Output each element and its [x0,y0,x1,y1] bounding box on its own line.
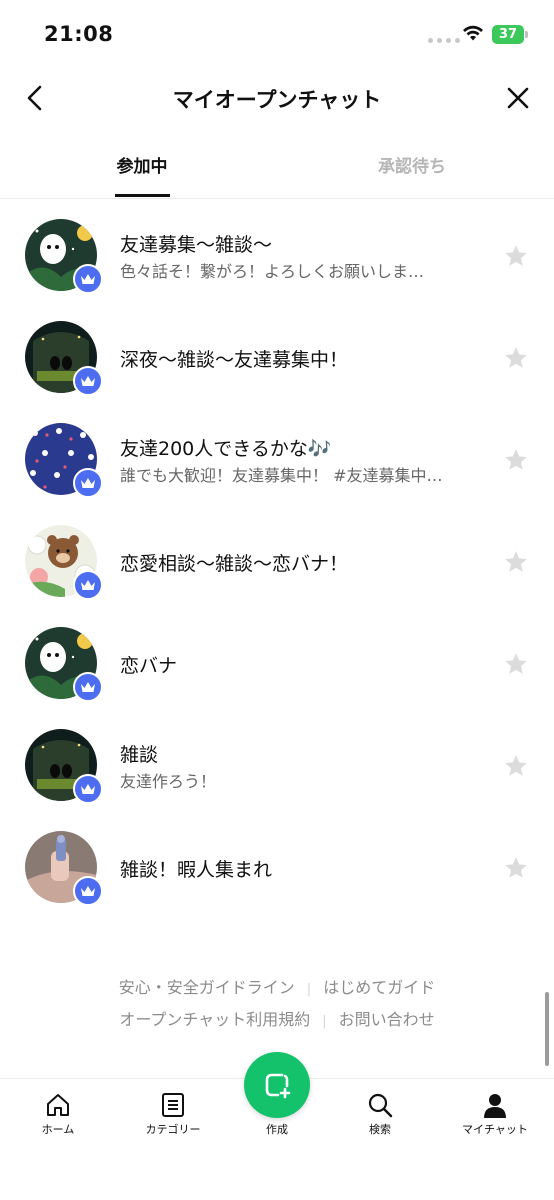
terms-link[interactable]: オープンチャット利用規約 [119,1010,310,1029]
wifi-icon [463,25,483,41]
chat-row[interactable]: 雑談！暇人集まれ [0,816,554,916]
nav-category[interactable]: カテゴリー [123,1091,223,1137]
nav-label: カテゴリー [145,1123,201,1136]
chat-row[interactable]: 雑談 友達作ろう！ [0,714,554,814]
nav-search[interactable]: 検索 [330,1091,430,1137]
create-label: 作成 [266,1123,288,1136]
status-bar: 21:08 37 [0,0,554,66]
create-chat-icon [265,1073,291,1099]
chat-title: 雑談！暇人集まれ [120,859,273,881]
crown-icon [73,774,103,804]
tab-bar: 参加中 承認待ち [0,140,554,199]
crown-icon [73,468,103,498]
battery-indicator: 37 [492,25,524,44]
close-icon [507,87,529,109]
favorite-star-icon[interactable] [503,447,529,473]
close-button[interactable] [500,80,536,116]
chat-title: 雑談 [120,744,159,766]
favorite-star-icon[interactable] [503,855,529,881]
tab-pending[interactable]: 承認待ち [356,152,468,177]
chat-title: 深夜〜雑談〜友達募集中！ [120,349,349,371]
favorite-star-icon[interactable] [503,549,529,575]
chat-row[interactable]: 恋愛相談〜雑談〜恋バナ！ [0,510,554,610]
create-button[interactable] [244,1052,310,1118]
crown-icon [73,876,103,906]
search-icon [368,1093,393,1118]
contact-link[interactable]: お問い合わせ [339,1010,435,1029]
signal-dots-icon [428,38,460,43]
chat-description: 色々話そ！繋がろ！よろしくお願いしま… [120,262,425,281]
chat-description: 友達作ろう！ [120,772,217,791]
crown-icon [73,366,103,396]
guideline-link[interactable]: 安心・安全ガイドライン [119,978,295,997]
battery-tip [525,31,528,38]
chat-title: 恋バナ [120,655,178,677]
scrollbar[interactable] [545,992,549,1066]
favorite-star-icon[interactable] [503,345,529,371]
status-time: 21:08 [44,22,114,46]
nav-mychat[interactable]: マイチャット [445,1091,545,1137]
chat-title: 友達200人できるかな🎶 [120,438,332,460]
crown-icon [73,570,103,600]
link-separator: | [322,1014,327,1029]
chat-row[interactable]: 深夜〜雑談〜友達募集中！ [0,306,554,406]
person-icon [484,1094,506,1118]
nav-label: 検索 [369,1123,391,1136]
chat-title: 友達募集〜雑談〜 [120,234,273,256]
nav-label: ホーム [41,1123,75,1136]
chat-description: 誰でも大歓迎！友達募集中！ #友達募集中… [120,466,443,485]
beginner-guide-link[interactable]: はじめてガイド [323,978,435,997]
category-icon [162,1093,184,1117]
home-icon [47,1094,69,1116]
nav-label: マイチャット [462,1123,528,1136]
crown-icon [73,672,103,702]
footer-line-2: オープンチャット利用規約 | お問い合わせ [0,1006,554,1030]
header: マイオープンチャット [0,66,554,130]
chat-title: 恋愛相談〜雑談〜恋バナ！ [120,553,349,575]
chat-row[interactable]: 友達募集〜雑談〜 色々話そ！繋がろ！よろしくお願いしま… [0,204,554,304]
favorite-star-icon[interactable] [503,651,529,677]
nav-home[interactable]: ホーム [8,1091,108,1137]
favorite-star-icon[interactable] [503,753,529,779]
tab-joined[interactable]: 参加中 [86,152,198,177]
footer-line-1: 安心・安全ガイドライン | はじめてガイド [0,974,554,998]
favorite-star-icon[interactable] [503,243,529,269]
chat-row[interactable]: 恋バナ [0,612,554,712]
active-tab-indicator [115,194,170,197]
page-title: マイオープンチャット [172,88,382,112]
chat-row[interactable]: 友達200人できるかな🎶 誰でも大歓迎！友達募集中！ #友達募集中… [0,408,554,508]
link-separator: | [306,982,312,997]
crown-icon [73,264,103,294]
